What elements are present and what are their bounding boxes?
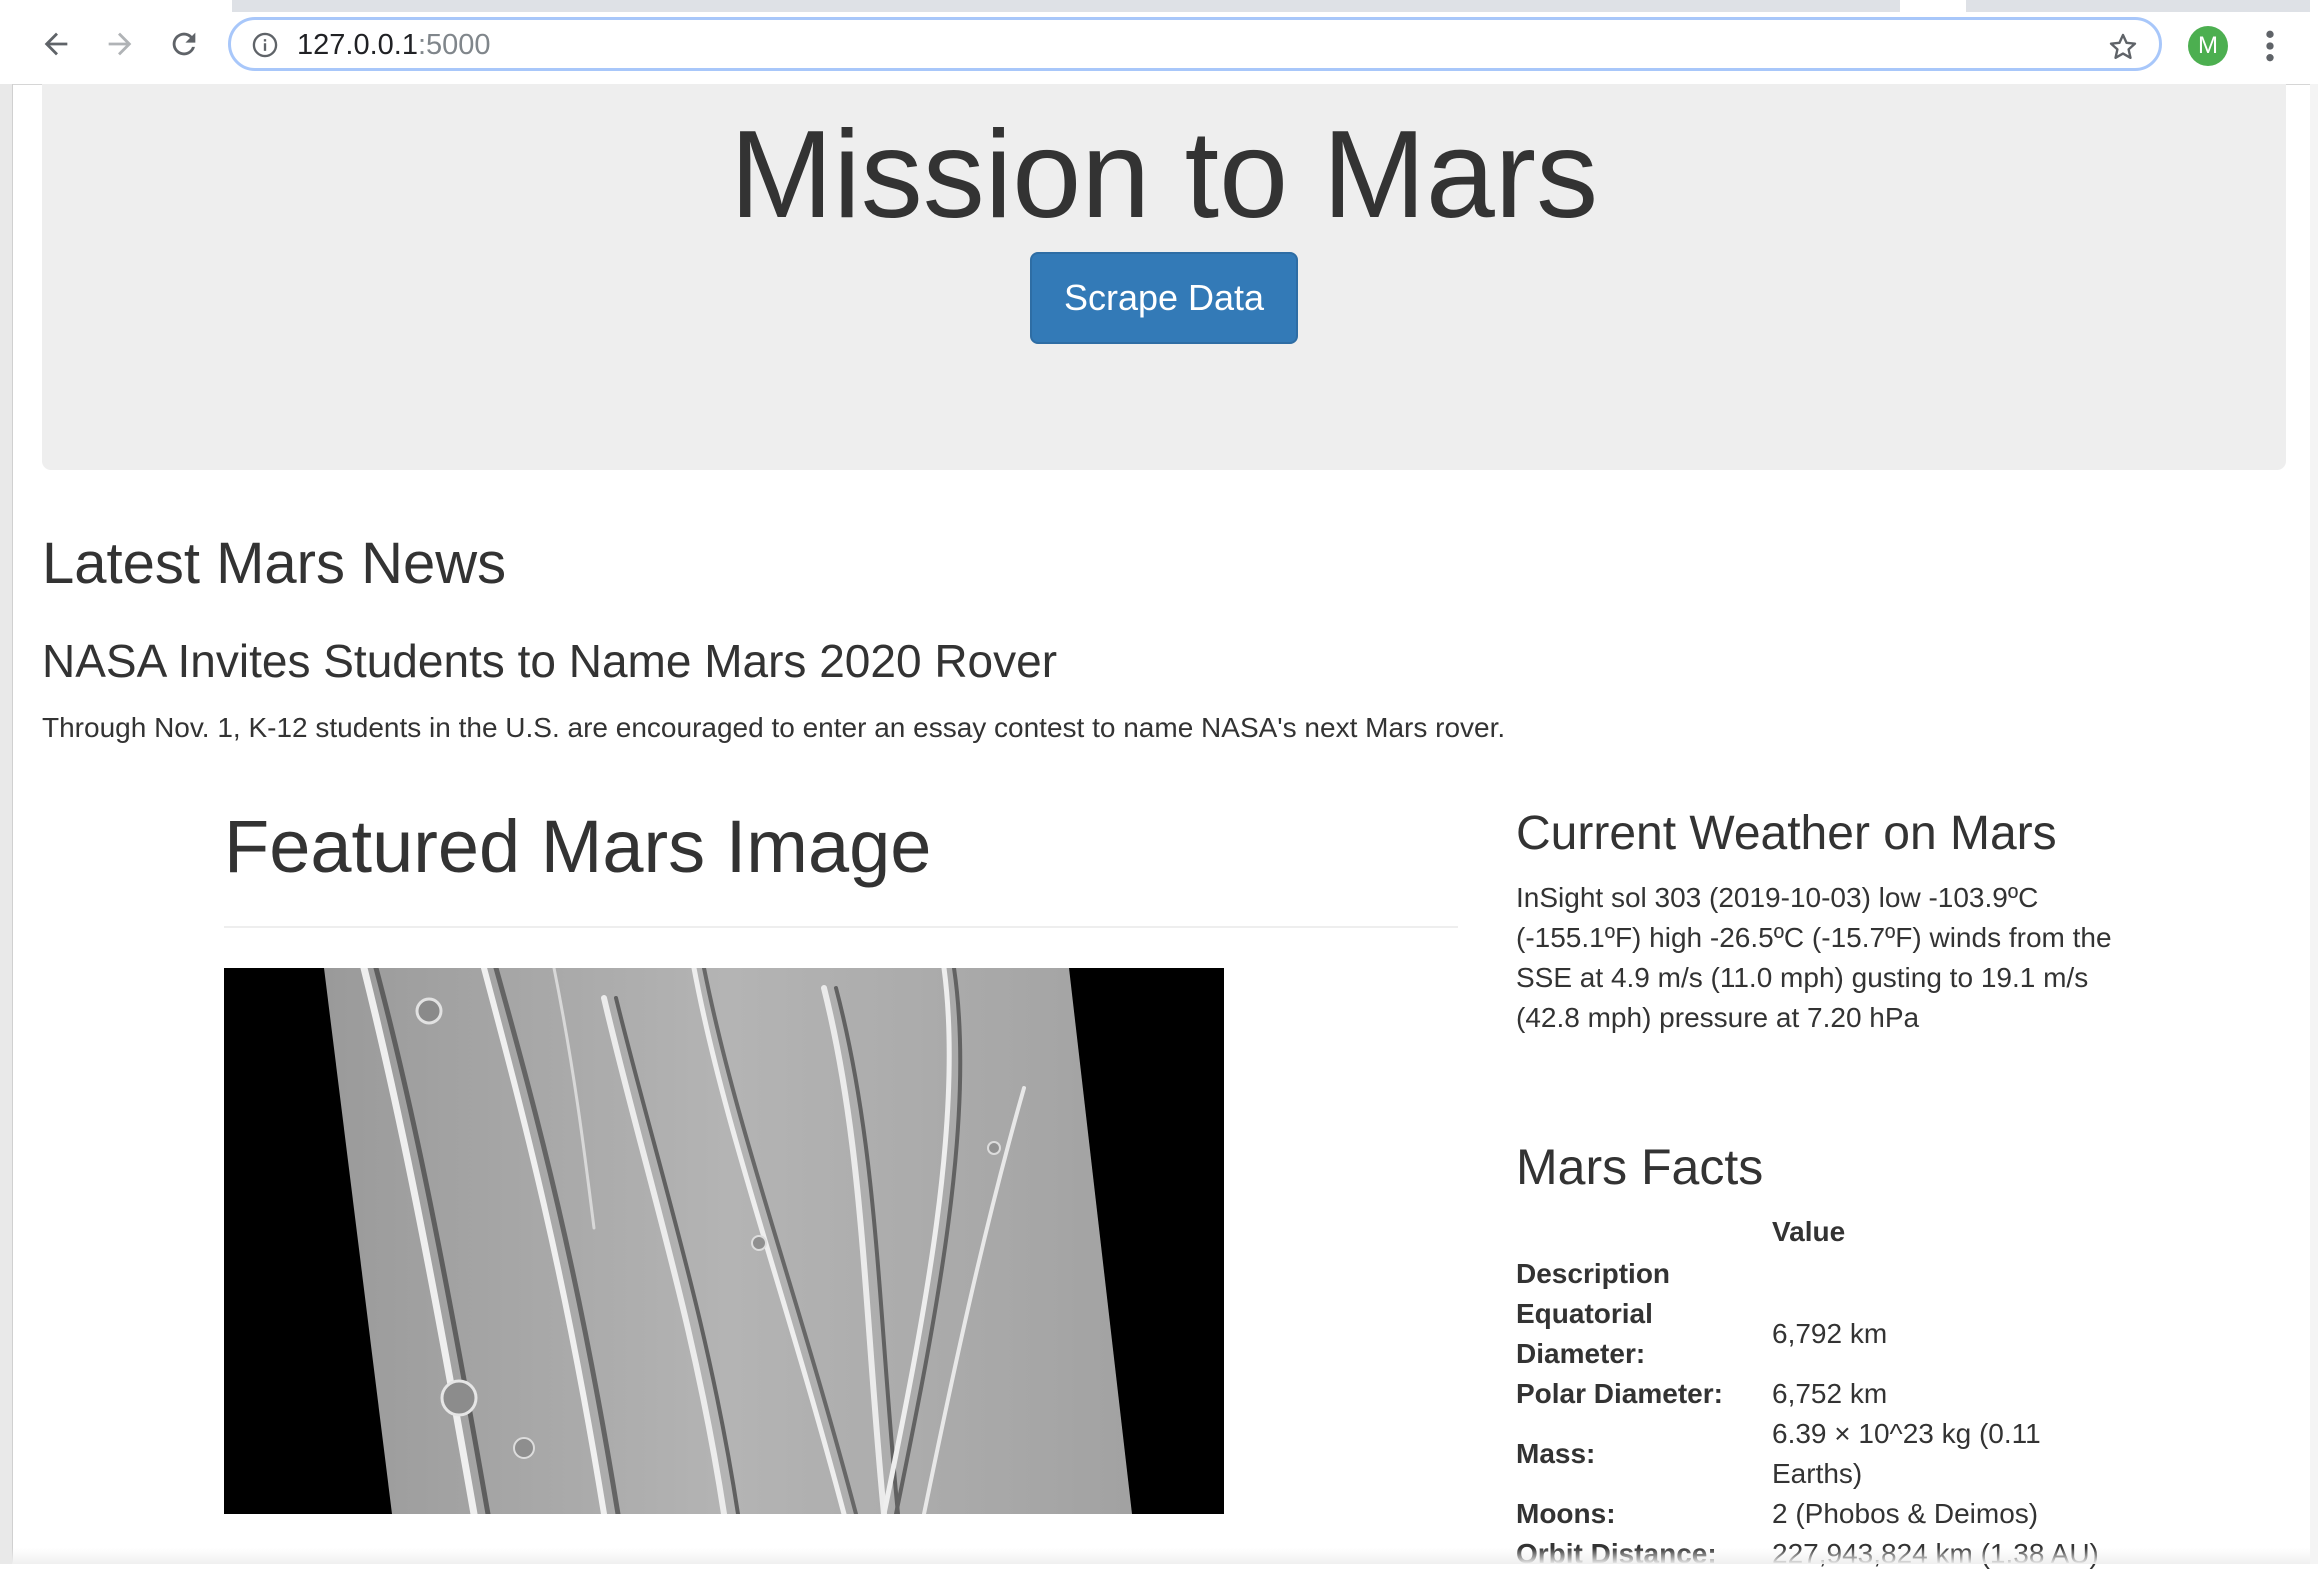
fact-value: 6,792 km xyxy=(1772,1318,1888,1349)
url-host: 127.0.0.1 xyxy=(297,29,418,61)
star-icon[interactable] xyxy=(2107,31,2139,63)
divider xyxy=(224,926,1458,928)
featured-image-heading: Featured Mars Image xyxy=(224,805,932,888)
fact-label: Moons: xyxy=(1516,1498,1616,1529)
index-header-spacer xyxy=(1772,1254,2112,1294)
news-heading: Latest Mars News xyxy=(42,531,507,596)
news-teaser: Through Nov. 1, K-12 students in the U.S… xyxy=(42,712,1506,743)
table-row: Equatorial Diameter: 6,792 km xyxy=(1516,1294,2112,1374)
forward-icon xyxy=(108,32,132,56)
more-icon[interactable] xyxy=(2258,26,2282,66)
table-corner xyxy=(1516,1210,1772,1254)
weather-text: InSight sol 303 (2019-10-03) low -103.9º… xyxy=(1516,882,2112,1033)
weather-heading: Current Weather on Mars xyxy=(1516,807,2057,860)
table-row: Mass: 6.39 × 10^23 kg (0.11 Earths) xyxy=(1516,1414,2112,1494)
fact-label: Equatorial Diameter: xyxy=(1516,1298,1653,1369)
fact-value: 2 (Phobos & Deimos) xyxy=(1772,1498,2039,1529)
tab-strip-right xyxy=(1966,0,2310,12)
scrollbar-track[interactable] xyxy=(2310,84,2318,1564)
reload-button[interactable] xyxy=(164,24,204,64)
info-icon[interactable] xyxy=(251,31,279,59)
news-title: NASA Invites Students to Name Mars 2020 … xyxy=(42,635,1058,687)
facts-heading: Mars Facts xyxy=(1516,1139,1764,1195)
description-index-header: Description xyxy=(1516,1258,1671,1289)
fact-value: 6,752 km xyxy=(1772,1378,1888,1409)
back-button[interactable] xyxy=(36,24,76,64)
featured-mars-image xyxy=(224,968,1224,1514)
scrape-data-button[interactable]: Scrape Data xyxy=(1030,252,1298,344)
address-bar[interactable]: 127.0.0.1:5000 xyxy=(228,17,2162,71)
fact-label: Mass: xyxy=(1516,1438,1596,1469)
forward-button[interactable] xyxy=(100,24,140,64)
avatar[interactable]: M xyxy=(2188,26,2228,66)
background-window-edge xyxy=(0,84,13,1564)
fact-value: 6.39 × 10^23 kg (0.11 Earths) xyxy=(1772,1418,2041,1489)
viewport-bottom-edge xyxy=(12,1548,2310,1564)
jumbotron: Mission to Mars Scrape Data xyxy=(42,84,2286,470)
fact-label: Polar Diameter: xyxy=(1516,1378,1723,1409)
table-row: Polar Diameter: 6,752 km xyxy=(1516,1374,2112,1414)
table-row: Moons: 2 (Phobos & Deimos) xyxy=(1516,1494,2112,1534)
mars-surface-image xyxy=(224,968,1224,1514)
url-port: :5000 xyxy=(417,29,491,61)
tab-strip xyxy=(232,0,1900,12)
mars-facts-table: Value Description Equatorial Diameter: 6… xyxy=(1516,1210,2112,1574)
browser-toolbar: 127.0.0.1:5000 M xyxy=(0,0,2318,85)
page-title: Mission to Mars xyxy=(729,106,1599,244)
value-column-header: Value xyxy=(1772,1216,1846,1247)
back-icon xyxy=(44,32,68,56)
reload-icon xyxy=(172,32,196,56)
url-text[interactable]: 127.0.0.1:5000 xyxy=(297,30,491,60)
